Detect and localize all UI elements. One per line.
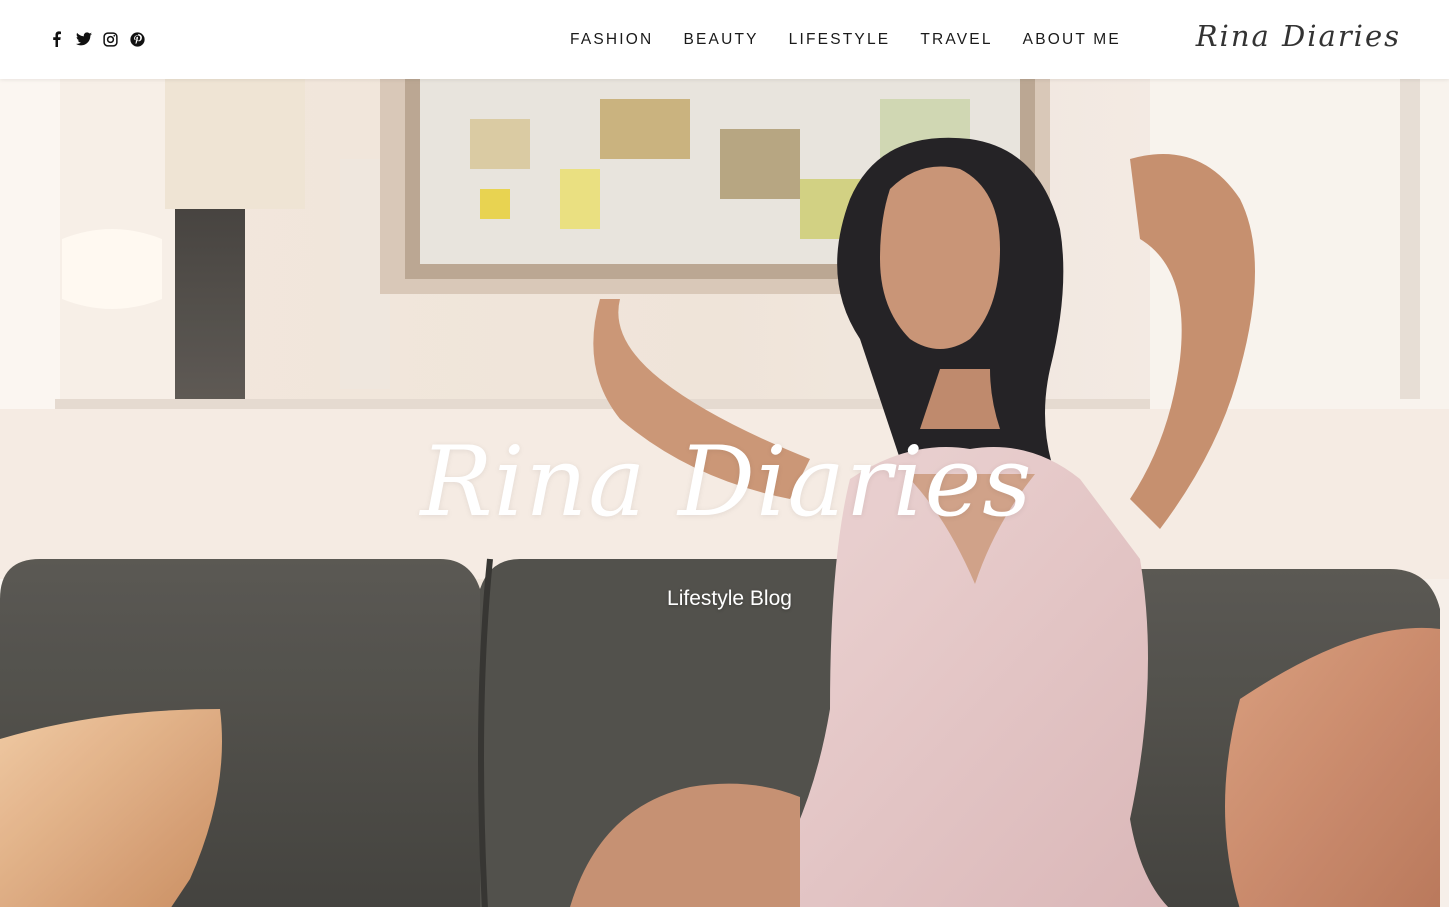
facebook-icon[interactable] — [48, 31, 65, 48]
pinterest-icon[interactable] — [129, 31, 146, 48]
hero-banner: Rina Diaries Lifestyle Blog — [0, 79, 1449, 907]
nav-item-about-me[interactable]: ABOUT ME — [1013, 0, 1131, 79]
nav-item-beauty[interactable]: BEAUTY — [673, 0, 768, 79]
hero-title: Rina Diaries — [420, 426, 1033, 538]
main-nav: FASHION BEAUTY LIFESTYLE TRAVEL ABOUT ME — [560, 0, 1141, 79]
nav-item-lifestyle[interactable]: LIFESTYLE — [779, 0, 901, 79]
nav-item-fashion[interactable]: FASHION — [560, 0, 663, 79]
instagram-icon[interactable] — [102, 31, 119, 48]
twitter-icon[interactable] — [75, 31, 92, 48]
hero-subtitle: Lifestyle Blog — [667, 587, 792, 610]
site-logo[interactable]: Rina Diaries — [1196, 14, 1401, 58]
site-header: FASHION BEAUTY LIFESTYLE TRAVEL ABOUT ME… — [0, 0, 1449, 79]
social-links — [48, 28, 146, 50]
nav-item-travel[interactable]: TRAVEL — [910, 0, 1002, 79]
